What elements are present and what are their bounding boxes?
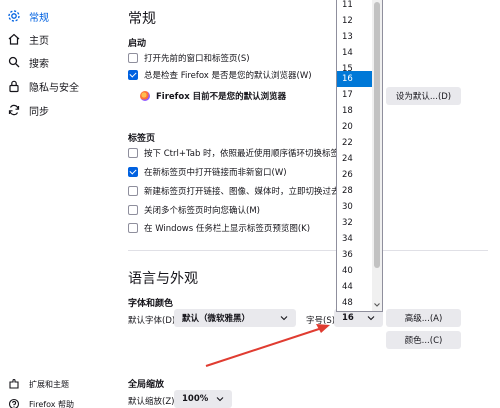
sidebar-item-label: 扩展和主题 [29, 379, 69, 389]
home-icon [6, 31, 22, 47]
page-title: 常规 [128, 11, 156, 27]
status-text: Firefox 目前不是您的默认浏览器 [156, 92, 287, 102]
sidebar-item-help[interactable]: Firefox 帮助 [4, 393, 104, 408]
dropdown-option[interactable]: 44 [337, 279, 373, 295]
dropdown-option[interactable]: 13 [337, 29, 373, 45]
sync-icon [6, 102, 22, 118]
section-divider [128, 250, 488, 251]
advanced-fonts-button[interactable]: 高级...(A) [386, 309, 461, 327]
checkbox[interactable] [128, 148, 138, 158]
checkbox-label: 关闭多个标签页时向您确认(M) [144, 206, 260, 216]
checkbox-label: 新建标签页打开链接、图像、媒体时，立即切换过去(H) [144, 187, 353, 197]
select-value: 默认（微软雅黑） [182, 314, 251, 324]
colors-button[interactable]: 颜色...(C) [386, 331, 461, 349]
select-value: 100% [182, 394, 209, 404]
dropdown-scrollbar[interactable] [372, 0, 382, 311]
sidebar-item-label: Firefox 帮助 [29, 399, 75, 408]
chevron-down-icon [216, 397, 224, 402]
font-size-dropdown-list[interactable]: 11 12 13 14 15 16 17 18 20 22 24 26 28 3… [336, 0, 383, 312]
dropdown-option[interactable]: 14 [337, 45, 373, 61]
sidebar-item-search[interactable]: 搜索 [4, 51, 104, 73]
dropdown-option[interactable]: 12 [337, 13, 373, 29]
sidebar-item-sync[interactable]: 同步 [4, 99, 104, 121]
set-default-button[interactable]: 设为默认...(D) [386, 87, 461, 105]
zoom-heading: 全局缩放 [128, 380, 165, 390]
dropdown-option[interactable]: 26 [337, 167, 373, 183]
scrollbar-thumb[interactable] [374, 2, 380, 268]
dropdown-option[interactable]: 24 [337, 151, 373, 167]
startup-heading: 启动 [128, 39, 147, 49]
sidebar-item-extensions[interactable]: 扩展和主题 [4, 373, 104, 395]
check-default-checkbox[interactable]: 总是检查 Firefox 是否是您的默认浏览器(W) [128, 69, 312, 81]
fonts-heading: 字体和颜色 [128, 299, 174, 309]
switch-to-new-tab-checkbox[interactable]: 新建标签页打开链接、图像、媒体时，立即切换过去(H) [128, 185, 353, 197]
sidebar: 常规 主页 搜索 隐私与安全 同步 扩展和主题 Firefox 帮助 [0, 0, 110, 408]
default-font-label: 默认字体(D) [128, 316, 176, 326]
lock-icon [6, 78, 22, 94]
scroll-down-icon[interactable] [373, 301, 381, 309]
dropdown-option[interactable]: 48 [337, 295, 373, 311]
checkbox[interactable] [128, 167, 138, 177]
sidebar-item-privacy[interactable]: 隐私与安全 [4, 75, 104, 97]
taskbar-previews-checkbox[interactable]: 在 Windows 任务栏上显示标签页预览图(K) [128, 222, 310, 234]
checkbox[interactable] [128, 186, 138, 196]
search-icon [6, 54, 22, 70]
dropdown-option[interactable]: 56 [337, 311, 373, 312]
default-browser-status: Firefox 目前不是您的默认浏览器 [140, 90, 286, 102]
dropdown-option[interactable]: 18 [337, 103, 373, 119]
dropdown-option[interactable]: 36 [337, 247, 373, 263]
checkbox[interactable] [128, 70, 138, 80]
help-icon [6, 396, 22, 408]
main-content: 常规 启动 打开先前的窗口和标签页(S) 总是检查 Firefox 是否是您的默… [110, 0, 500, 408]
checkbox[interactable] [128, 205, 138, 215]
checkbox-label: 在新标签页中打开链接而非新窗口(W) [144, 168, 287, 178]
firefox-logo-icon [140, 91, 150, 101]
font-size-label: 字号(S) [306, 316, 336, 326]
sidebar-item-label: 搜索 [29, 58, 49, 70]
default-zoom-label: 默认缩放(Z) [128, 397, 175, 407]
language-title: 语言与外观 [128, 271, 198, 287]
sidebar-item-general[interactable]: 常规 [4, 5, 104, 27]
checkbox[interactable] [128, 53, 138, 63]
dropdown-option[interactable]: 11 [337, 0, 373, 13]
sidebar-item-label: 同步 [29, 106, 49, 118]
tabs-heading: 标签页 [128, 134, 156, 144]
sidebar-item-label: 隐私与安全 [29, 82, 79, 94]
chevron-down-icon [280, 316, 288, 321]
dropdown-option[interactable]: 28 [337, 183, 373, 199]
ctrl-tab-checkbox[interactable]: 按下 Ctrl+Tab 时，依照最近使用顺序循环切换标签页 [128, 147, 348, 159]
checkbox-label: 打开先前的窗口和标签页(S) [144, 54, 250, 64]
select-value: 16 [342, 313, 354, 323]
checkbox-label: 按下 Ctrl+Tab 时，依照最近使用顺序循环切换标签页 [144, 149, 348, 159]
dropdown-option-selected[interactable]: 16 [337, 71, 373, 87]
dropdown-option[interactable]: 30 [337, 199, 373, 215]
gear-icon [6, 8, 22, 24]
default-font-select[interactable]: 默认（微软雅黑） [174, 309, 296, 327]
dropdown-option[interactable]: 40 [337, 263, 373, 279]
chevron-down-icon [367, 316, 375, 321]
open-links-in-tabs-checkbox[interactable]: 在新标签页中打开链接而非新窗口(W) [128, 166, 287, 178]
sidebar-item-label: 常规 [29, 12, 49, 24]
dropdown-option[interactable]: 32 [337, 215, 373, 231]
checkbox[interactable] [128, 223, 138, 233]
restore-session-checkbox[interactable]: 打开先前的窗口和标签页(S) [128, 52, 250, 64]
checkbox-label: 总是检查 Firefox 是否是您的默认浏览器(W) [144, 71, 312, 81]
dropdown-option[interactable]: 17 [337, 87, 373, 103]
dropdown-option[interactable]: 34 [337, 231, 373, 247]
extensions-icon [6, 376, 22, 392]
checkbox-label: 在 Windows 任务栏上显示标签页预览图(K) [144, 224, 311, 234]
dropdown-option[interactable]: 20 [337, 119, 373, 135]
dropdown-option[interactable]: 22 [337, 135, 373, 151]
confirm-close-tabs-checkbox[interactable]: 关闭多个标签页时向您确认(M) [128, 204, 260, 216]
sidebar-item-label: 主页 [29, 35, 49, 47]
sidebar-item-home[interactable]: 主页 [4, 28, 104, 50]
default-zoom-select[interactable]: 100% [174, 390, 232, 408]
